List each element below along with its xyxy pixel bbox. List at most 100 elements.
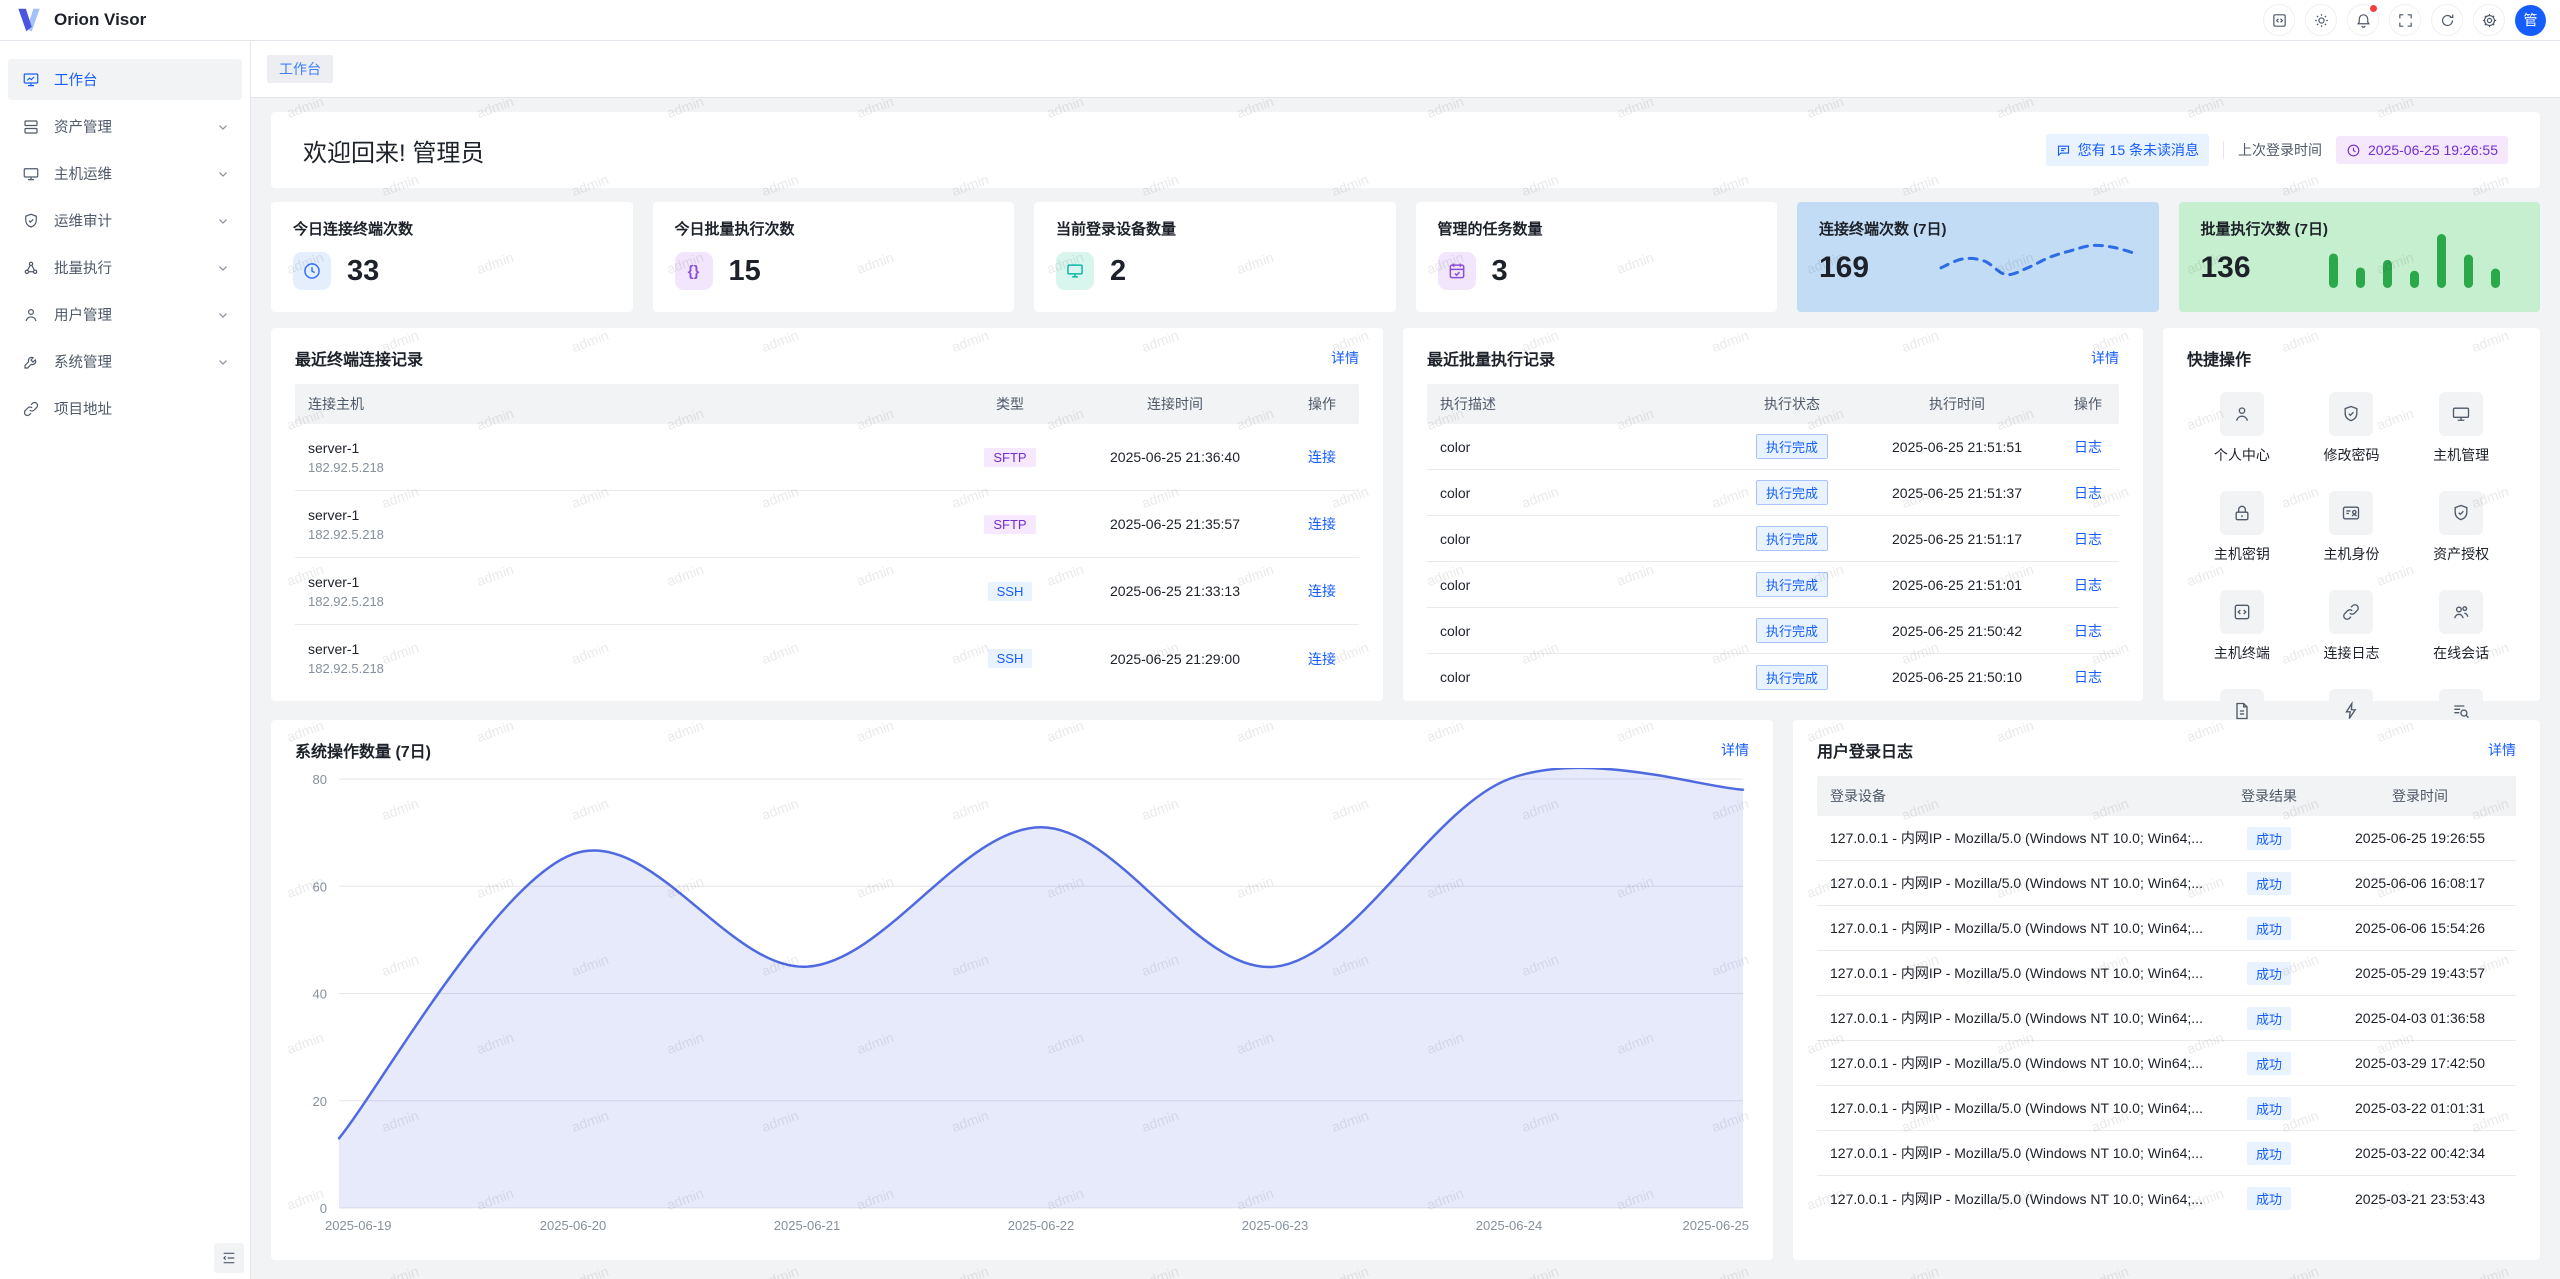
login-result-badge: 成功 (2247, 1052, 2291, 1075)
status-badge: 执行完成 (1756, 526, 1828, 551)
quick-op-host-key[interactable]: 主机密钥 (2187, 491, 2297, 564)
fullscreen-button[interactable] (2389, 4, 2421, 36)
login-log-detail-link[interactable]: 详情 (2488, 740, 2516, 760)
quick-op-asset-grant[interactable]: 资产授权 (2406, 491, 2516, 564)
sidebar-item-users[interactable]: 用户管理 (8, 294, 242, 335)
code-button[interactable] (2263, 4, 2295, 36)
sidebar-item-assets[interactable]: 资产管理 (8, 106, 242, 147)
quick-ops-panel: 快捷操作 个人中心 修改密码 主机管理 主机密钥 (2163, 328, 2540, 701)
log-link[interactable]: 日志 (2074, 531, 2102, 547)
task-calendar-icon (1438, 252, 1476, 290)
history-icon (293, 252, 331, 290)
login-log-panel: 用户登录日志 详情 登录设备 登录结果 登录时间 127.0.0.1 - 内网I… (1793, 720, 2540, 1260)
batch-exec-icon (22, 259, 40, 277)
status-badge: 执行完成 (1756, 434, 1828, 459)
theme-button[interactable] (2305, 4, 2337, 36)
id-card-icon (2329, 491, 2373, 535)
connect-link[interactable]: 连接 (1308, 583, 1336, 599)
message-icon (2056, 143, 2071, 158)
avatar[interactable]: 管 (2515, 5, 2546, 36)
breadcrumb-bar: 工作台 (251, 41, 2560, 98)
quick-op-change-password[interactable]: 修改密码 (2297, 392, 2407, 465)
table-row: server-1182.92.5.218 SSH 2025-06-25 21:3… (295, 558, 1359, 625)
breadcrumb[interactable]: 工作台 (267, 55, 333, 83)
lock-icon (2220, 491, 2264, 535)
exec-detail-link[interactable]: 详情 (2091, 348, 2119, 368)
type-badge: SSH (988, 582, 1033, 601)
workbench-icon (22, 71, 40, 89)
login-result-badge: 成功 (2247, 1187, 2291, 1210)
audit-shield-icon (22, 212, 40, 230)
table-header: 执行描述 执行状态 执行时间 操作 (1427, 384, 2119, 424)
login-result-badge: 成功 (2247, 827, 2291, 850)
panel-title: 系统操作数量 (7日) (295, 738, 431, 762)
log-link[interactable]: 日志 (2074, 485, 2102, 501)
sidebar-item-label: 批量执行 (54, 257, 216, 278)
table-row: 127.0.0.1 - 内网IP - Mozilla/5.0 (Windows … (1817, 1041, 2516, 1086)
sun-icon (2313, 12, 2330, 29)
connect-link[interactable]: 连接 (1308, 651, 1336, 667)
quick-op-host-identity[interactable]: 主机身份 (2297, 491, 2407, 564)
assets-icon (22, 118, 40, 136)
svg-text:80: 80 (313, 772, 327, 787)
sidebar-collapse-button[interactable] (214, 1243, 244, 1273)
stat-value: 3 (1492, 255, 1508, 288)
sidebar-item-label: 工作台 (54, 69, 230, 90)
sidebar-item-label: 系统管理 (54, 351, 216, 372)
svg-text:2025-06-24: 2025-06-24 (1476, 1218, 1543, 1233)
sidebar-item-project-url[interactable]: 项目地址 (8, 388, 242, 429)
ops-chart-detail-link[interactable]: 详情 (1721, 740, 1749, 760)
terminal-7d-sparkline (1936, 228, 2141, 290)
table-row: 127.0.0.1 - 内网IP - Mozilla/5.0 (Windows … (1817, 951, 2516, 996)
table-row: 127.0.0.1 - 内网IP - Mozilla/5.0 (Windows … (1817, 816, 2516, 861)
type-badge: SSH (988, 649, 1033, 668)
last-login-label: 上次登录时间 (2238, 140, 2322, 160)
quick-op-connect-log[interactable]: 连接日志 (2297, 590, 2407, 663)
sidebar-item-batch-exec[interactable]: 批量执行 (8, 247, 242, 288)
sidebar-item-label: 用户管理 (54, 304, 216, 325)
type-badge: SFTP (984, 448, 1035, 467)
stat-card-exec-today: 今日批量执行次数 {} 15 (653, 202, 1015, 312)
connect-link[interactable]: 连接 (1308, 516, 1336, 532)
svg-text:2025-06-25: 2025-06-25 (1683, 1218, 1750, 1233)
terminal-icon (2220, 590, 2264, 634)
quick-op-online-sessions[interactable]: 在线会话 (2406, 590, 2516, 663)
table-row: color 执行完成 2025-06-25 21:50:42 日志 (1427, 608, 2119, 654)
notifications-button[interactable] (2347, 4, 2379, 36)
quick-op-host-manage[interactable]: 主机管理 (2406, 392, 2516, 465)
notification-dot (2369, 4, 2378, 13)
settings-button[interactable] (2473, 4, 2505, 36)
sidebar-item-workbench[interactable]: 工作台 (8, 59, 242, 100)
stat-card-login-devices: 当前登录设备数量 2 (1034, 202, 1396, 312)
stat-card-terminal-7d: 连接终端次数 (7日) 169 (1797, 202, 2159, 312)
table-row: server-1182.92.5.218 SFTP 2025-06-25 21:… (295, 424, 1359, 491)
table-row: 127.0.0.1 - 内网IP - Mozilla/5.0 (Windows … (1817, 1176, 2516, 1221)
sidebar-item-audit[interactable]: 运维审计 (8, 200, 242, 241)
table-row: color 执行完成 2025-06-25 21:51:01 日志 (1427, 562, 2119, 608)
sidebar: 工作台 资产管理 主机运维 运维审计 批量执行 用户管理 系统管理 项目地址 (0, 41, 251, 1279)
log-link[interactable]: 日志 (2074, 669, 2102, 685)
login-log-table: 登录设备 登录结果 登录时间 127.0.0.1 - 内网IP - Mozill… (1817, 776, 2516, 1221)
link-icon (2329, 590, 2373, 634)
table-row: color 执行完成 2025-06-25 21:51:51 日志 (1427, 424, 2119, 470)
unread-messages-badge[interactable]: 您有 15 条未读消息 (2046, 134, 2209, 166)
terminal-detail-link[interactable]: 详情 (1331, 348, 1359, 368)
refresh-button[interactable] (2431, 4, 2463, 36)
type-badge: SFTP (984, 515, 1035, 534)
log-link[interactable]: 日志 (2074, 439, 2102, 455)
log-link[interactable]: 日志 (2074, 577, 2102, 593)
table-row: 127.0.0.1 - 内网IP - Mozilla/5.0 (Windows … (1817, 906, 2516, 951)
quick-op-profile[interactable]: 个人中心 (2187, 392, 2297, 465)
chevron-down-icon (216, 308, 230, 322)
link-icon (22, 400, 40, 418)
sidebar-item-host-ops[interactable]: 主机运维 (8, 153, 242, 194)
topbar-actions: 管 (2263, 4, 2546, 36)
user-icon (2220, 392, 2264, 436)
svg-text:20: 20 (313, 1094, 327, 1109)
connect-link[interactable]: 连接 (1308, 449, 1336, 465)
sidebar-item-system[interactable]: 系统管理 (8, 341, 242, 382)
svg-text:0: 0 (320, 1201, 327, 1216)
stat-card-terminal-today: 今日连接终端次数 33 (271, 202, 633, 312)
quick-op-host-terminal[interactable]: 主机终端 (2187, 590, 2297, 663)
log-link[interactable]: 日志 (2074, 623, 2102, 639)
